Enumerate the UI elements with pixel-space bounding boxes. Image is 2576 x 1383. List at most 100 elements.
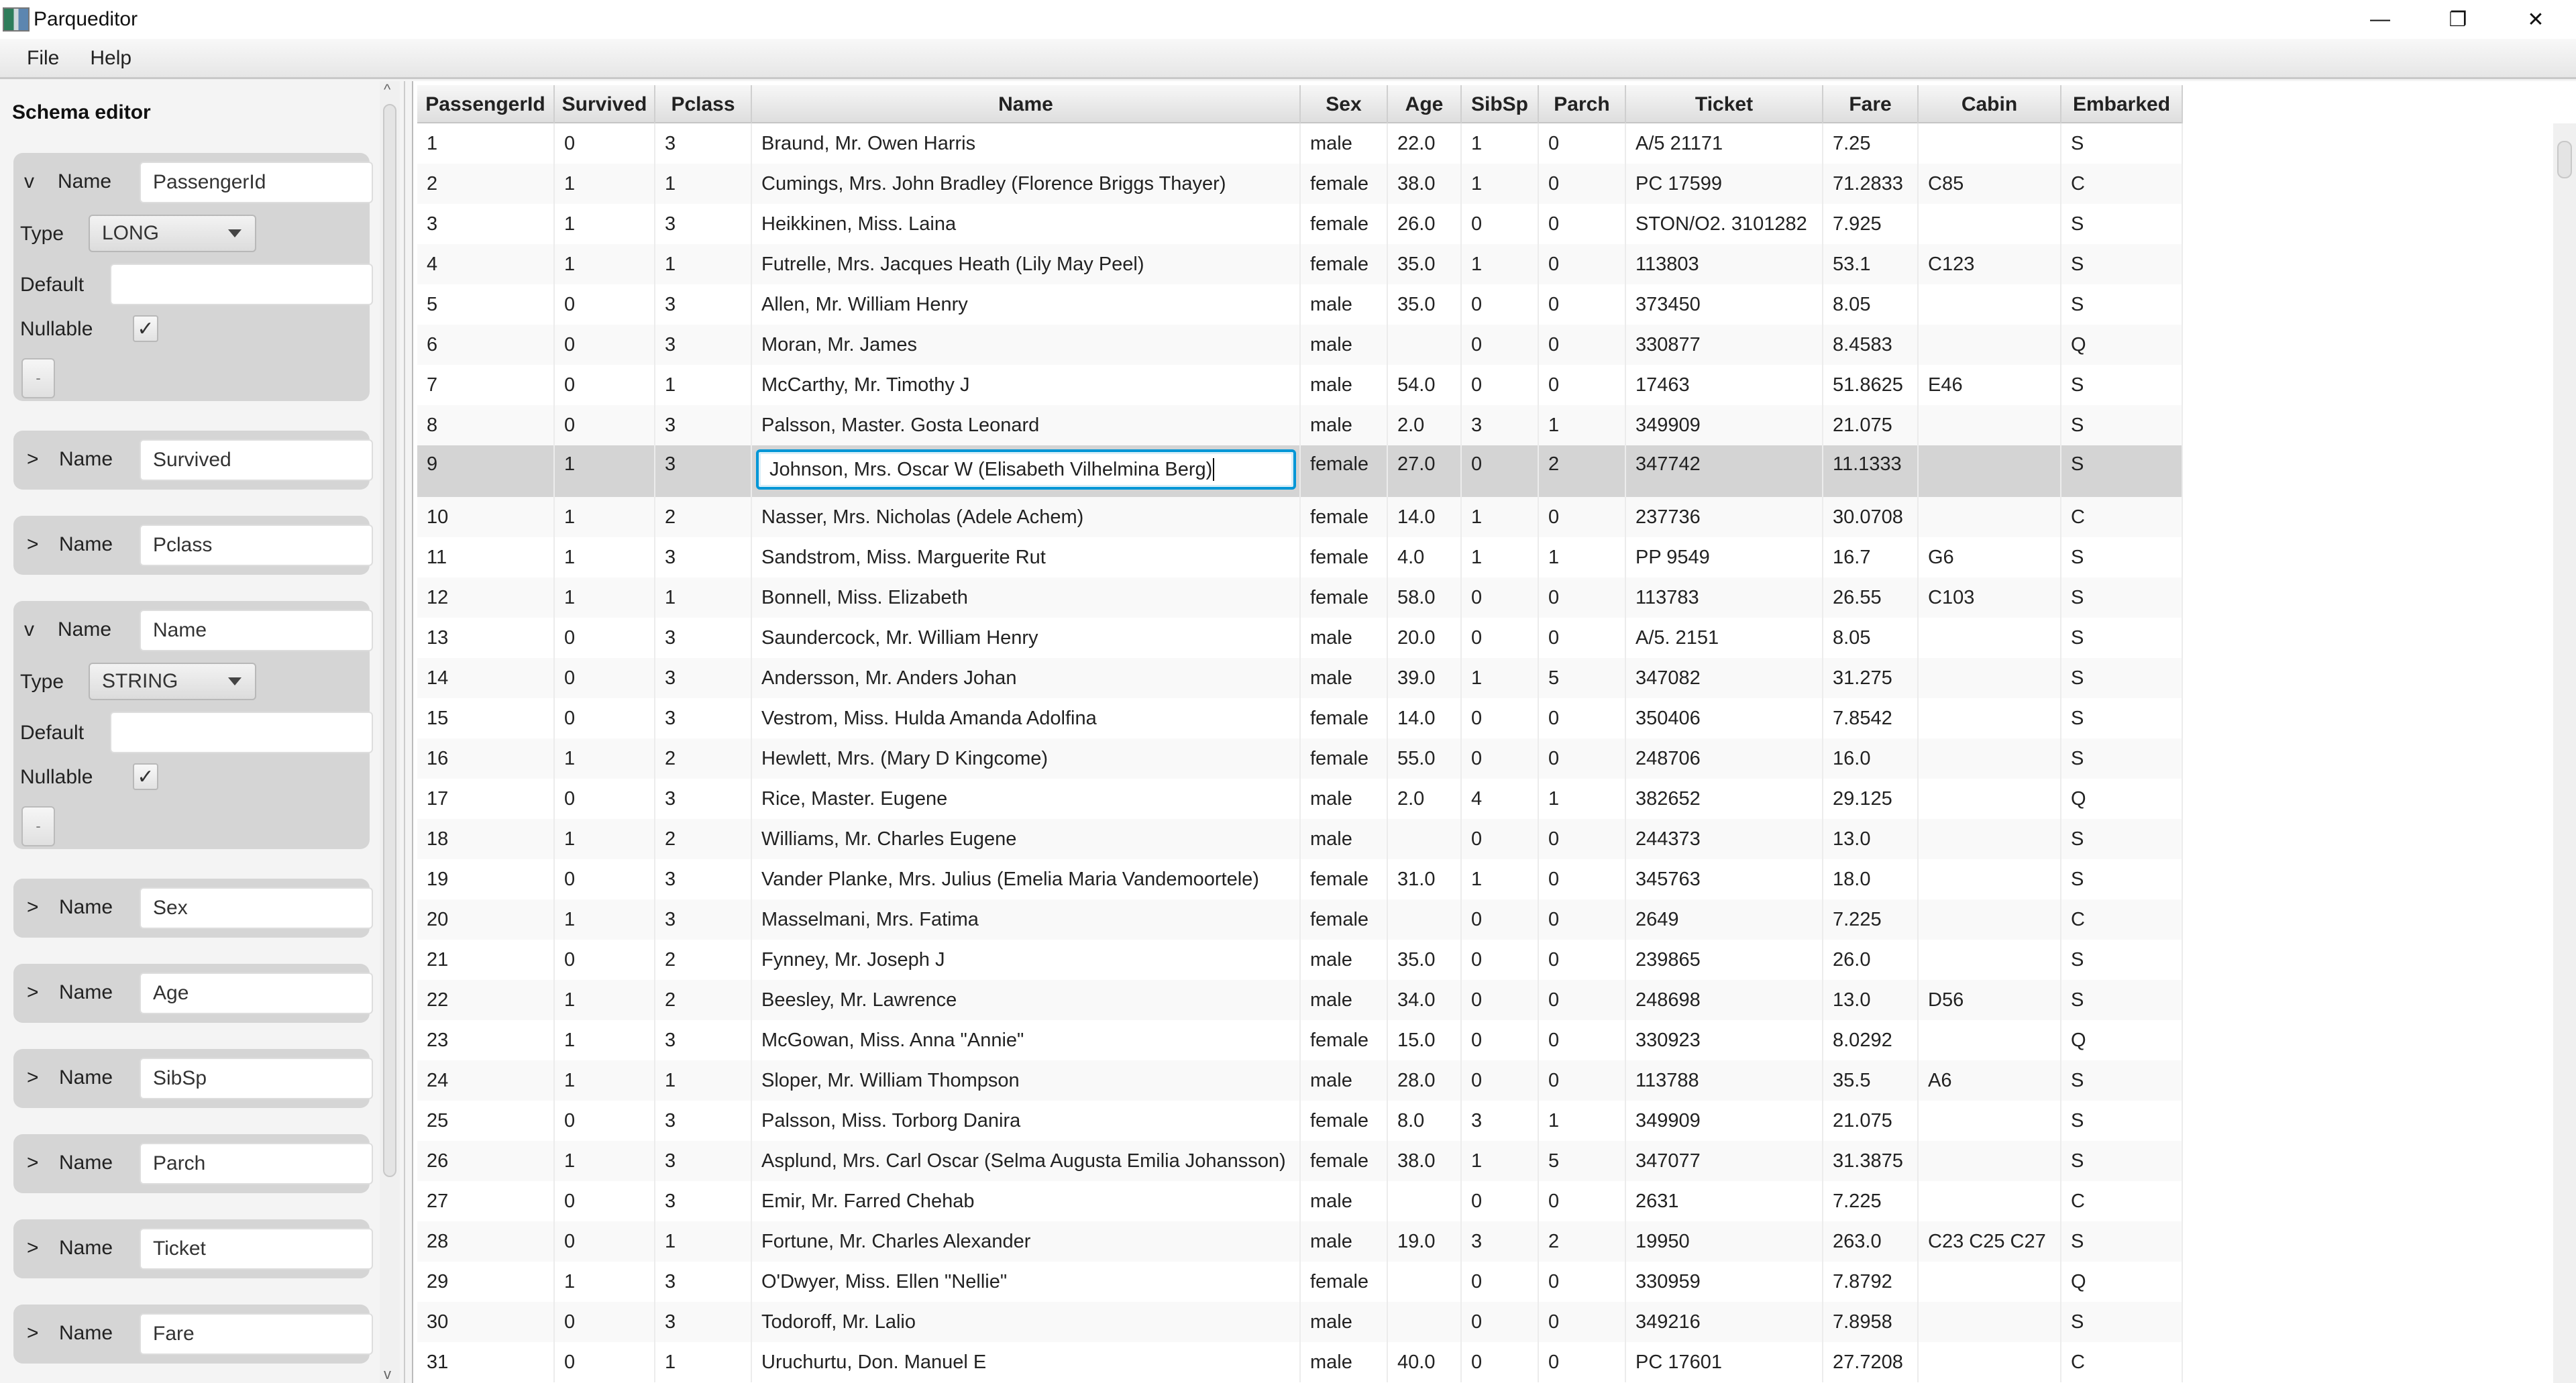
table-cell[interactable]: 0 bbox=[555, 365, 655, 405]
column-header[interactable]: PassengerId bbox=[417, 85, 555, 123]
table-cell[interactable]: 35.0 bbox=[1388, 244, 1462, 284]
table-cell[interactable]: 58.0 bbox=[1388, 577, 1462, 618]
table-cell[interactable]: male bbox=[1301, 1342, 1388, 1382]
table-cell[interactable] bbox=[1388, 325, 1462, 365]
table-scrollbar[interactable] bbox=[2553, 123, 2576, 1383]
table-cell[interactable]: 54.0 bbox=[1388, 365, 1462, 405]
table-cell[interactable]: 19 bbox=[417, 859, 555, 899]
table-cell[interactable]: 1 bbox=[1539, 1101, 1626, 1141]
table-cell[interactable]: S bbox=[2061, 405, 2183, 445]
table-cell[interactable]: 1 bbox=[1539, 405, 1626, 445]
table-cell[interactable] bbox=[1919, 1101, 2061, 1141]
table-cell[interactable]: 0 bbox=[555, 284, 655, 325]
table-cell[interactable]: female bbox=[1301, 1101, 1388, 1141]
table-cell[interactable]: male bbox=[1301, 405, 1388, 445]
table-cell[interactable]: male bbox=[1301, 1302, 1388, 1342]
table-cell[interactable]: 3 bbox=[655, 658, 752, 698]
table-cell[interactable]: 3 bbox=[655, 1020, 752, 1060]
table-cell[interactable]: male bbox=[1301, 980, 1388, 1020]
column-header[interactable]: Ticket bbox=[1626, 85, 1823, 123]
table-cell[interactable]: 1 bbox=[555, 1060, 655, 1101]
table-cell[interactable]: 0 bbox=[1539, 164, 1626, 204]
table-cell[interactable]: 1 bbox=[1539, 779, 1626, 819]
table-cell[interactable]: 0 bbox=[1539, 618, 1626, 658]
table-cell[interactable]: 1 bbox=[555, 899, 655, 940]
field-name-input[interactable]: PassengerId bbox=[140, 162, 373, 203]
table-cell[interactable]: 3 bbox=[655, 618, 752, 658]
table-cell[interactable]: 30 bbox=[417, 1302, 555, 1342]
table-cell[interactable]: 16.0 bbox=[1823, 738, 1919, 779]
table-cell[interactable]: 1 bbox=[1462, 859, 1539, 899]
table-cell[interactable]: male bbox=[1301, 123, 1388, 164]
table-cell[interactable]: 0 bbox=[1462, 1020, 1539, 1060]
table-cell[interactable]: 9 bbox=[417, 445, 555, 497]
table-cell[interactable]: 27.7208 bbox=[1823, 1342, 1919, 1382]
table-cell[interactable] bbox=[1388, 1181, 1462, 1221]
table-cell[interactable]: 0 bbox=[1539, 980, 1626, 1020]
table-cell[interactable]: Hewlett, Mrs. (Mary D Kingcome) bbox=[752, 738, 1301, 779]
table-cell[interactable]: 8.05 bbox=[1823, 618, 1919, 658]
table-cell[interactable]: 0 bbox=[1539, 1302, 1626, 1342]
table-row[interactable]: 23 1 3 McGowan, Miss. Anna "Annie" female 15.… bbox=[417, 1020, 2183, 1060]
table-cell[interactable]: 5 bbox=[417, 284, 555, 325]
table-cell[interactable]: 21.075 bbox=[1823, 405, 1919, 445]
table-cell[interactable]: 0 bbox=[1539, 899, 1626, 940]
table-cell[interactable]: 330959 bbox=[1626, 1262, 1823, 1302]
table-cell[interactable]: C bbox=[2061, 1181, 2183, 1221]
table-cell[interactable]: 0 bbox=[555, 618, 655, 658]
table-cell[interactable]: 0 bbox=[1462, 1060, 1539, 1101]
field-name-input[interactable]: Parch bbox=[140, 1143, 373, 1184]
table-cell[interactable]: 1 bbox=[1462, 497, 1539, 537]
table-cell[interactable]: 244373 bbox=[1626, 819, 1823, 859]
table-cell[interactable]: 2 bbox=[655, 819, 752, 859]
table-cell[interactable]: 30.0708 bbox=[1823, 497, 1919, 537]
table-cell[interactable]: 4.0 bbox=[1388, 537, 1462, 577]
table-cell[interactable]: 31 bbox=[417, 1342, 555, 1382]
table-cell[interactable]: 8.0292 bbox=[1823, 1020, 1919, 1060]
table-cell[interactable]: 1 bbox=[1462, 244, 1539, 284]
table-cell[interactable]: 113783 bbox=[1626, 577, 1823, 618]
table-row[interactable]: 24 1 1 Sloper, Mr. William Thompson male 28.0… bbox=[417, 1060, 2183, 1101]
table-cell[interactable]: Heikkinen, Miss. Laina bbox=[752, 204, 1301, 244]
table-cell[interactable]: G6 bbox=[1919, 537, 2061, 577]
table-cell[interactable]: 35.0 bbox=[1388, 284, 1462, 325]
table-cell[interactable]: male bbox=[1301, 618, 1388, 658]
table-cell[interactable]: Futrelle, Mrs. Jacques Heath (Lily May P… bbox=[752, 244, 1301, 284]
table-row[interactable]: 4 1 1 Futrelle, Mrs. Jacques Heath (Lily Ma… bbox=[417, 244, 2183, 284]
table-cell[interactable]: 0 bbox=[1539, 1262, 1626, 1302]
table-cell[interactable] bbox=[1919, 698, 2061, 738]
table-cell[interactable]: 0 bbox=[1539, 123, 1626, 164]
table-row[interactable]: 6 0 3 Moran, Mr. James male 0 0 330877 8.4583 Q bbox=[417, 325, 2183, 365]
field-name-input[interactable]: Survived bbox=[140, 439, 373, 481]
table-cell[interactable] bbox=[1919, 123, 2061, 164]
table-cell[interactable]: female bbox=[1301, 1020, 1388, 1060]
table-cell[interactable] bbox=[1388, 899, 1462, 940]
table-cell[interactable]: S bbox=[2061, 980, 2183, 1020]
table-row[interactable]: 15 0 3 Vestrom, Miss. Hulda Amanda Adolfina… bbox=[417, 698, 2183, 738]
table-cell[interactable]: 22 bbox=[417, 980, 555, 1020]
table-cell[interactable]: 3 bbox=[1462, 1101, 1539, 1141]
table-cell[interactable]: C bbox=[2061, 899, 2183, 940]
table-cell[interactable]: 5 bbox=[1539, 1141, 1626, 1181]
table-cell[interactable]: 11.1333 bbox=[1823, 445, 1919, 497]
table-cell[interactable]: A6 bbox=[1919, 1060, 2061, 1101]
table-row[interactable]: 17 0 3 Rice, Master. Eugene male 2.0 4 1 382652 2… bbox=[417, 779, 2183, 819]
table-cell[interactable]: PC 17599 bbox=[1626, 164, 1823, 204]
table-cell[interactable]: 7.8958 bbox=[1823, 1302, 1919, 1342]
table-row[interactable]: 2 1 1 Cumings, Mrs. John Bradley (Florence … bbox=[417, 164, 2183, 204]
table-row[interactable]: 8 0 3 Palsson, Master. Gosta Leonard male 2.0… bbox=[417, 405, 2183, 445]
table-cell[interactable]: C23 C25 C27 bbox=[1919, 1221, 2061, 1262]
table-cell[interactable]: 3 bbox=[655, 1141, 752, 1181]
table-cell[interactable] bbox=[1388, 1302, 1462, 1342]
table-cell[interactable]: 24 bbox=[417, 1060, 555, 1101]
table-cell[interactable] bbox=[1919, 859, 2061, 899]
table-cell[interactable]: 0 bbox=[1539, 497, 1626, 537]
expand-toggle[interactable]: > bbox=[27, 533, 39, 556]
table-cell[interactable]: 0 bbox=[555, 859, 655, 899]
table-cell[interactable]: 38.0 bbox=[1388, 1141, 1462, 1181]
table-cell[interactable]: 16.7 bbox=[1823, 537, 1919, 577]
expand-toggle[interactable]: v bbox=[24, 170, 34, 193]
table-cell[interactable]: 3 bbox=[655, 1101, 752, 1141]
table-cell[interactable]: S bbox=[2061, 445, 2183, 497]
table-cell[interactable]: 0 bbox=[555, 698, 655, 738]
